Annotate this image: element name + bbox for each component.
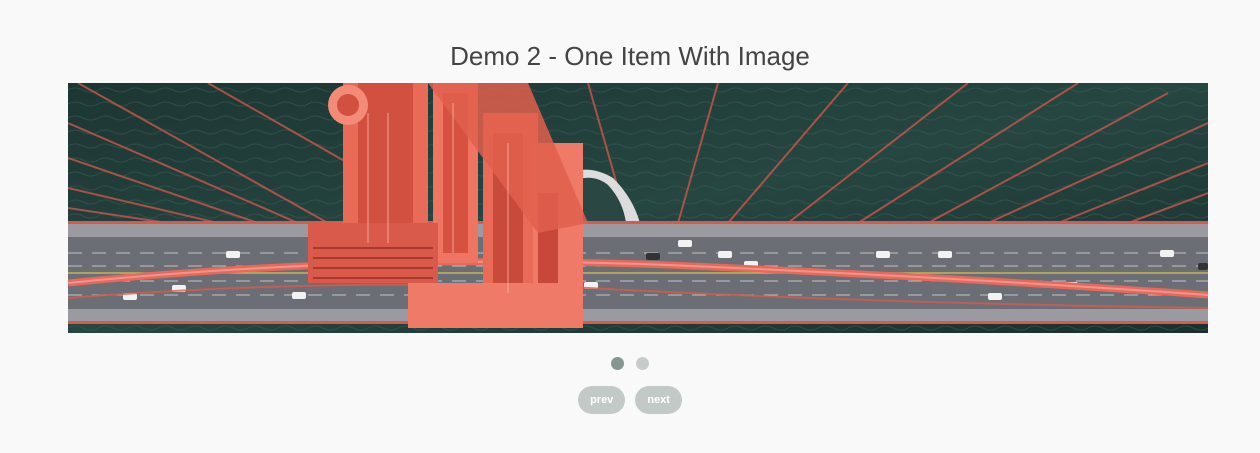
- bridge-aerial-image: [68, 83, 1208, 333]
- carousel-nav: prev next: [0, 386, 1260, 414]
- demo-page: Demo 2 - One Item With Image prev next: [0, 0, 1260, 453]
- demo-title: Demo 2 - One Item With Image: [450, 41, 810, 71]
- prev-button[interactable]: prev: [578, 386, 626, 414]
- carousel-dot-1[interactable]: [611, 357, 624, 370]
- next-button[interactable]: next: [635, 386, 682, 414]
- carousel-dot-2[interactable]: [636, 357, 649, 370]
- carousel-dots: [0, 357, 1260, 370]
- carousel-slide-image[interactable]: [68, 83, 1208, 333]
